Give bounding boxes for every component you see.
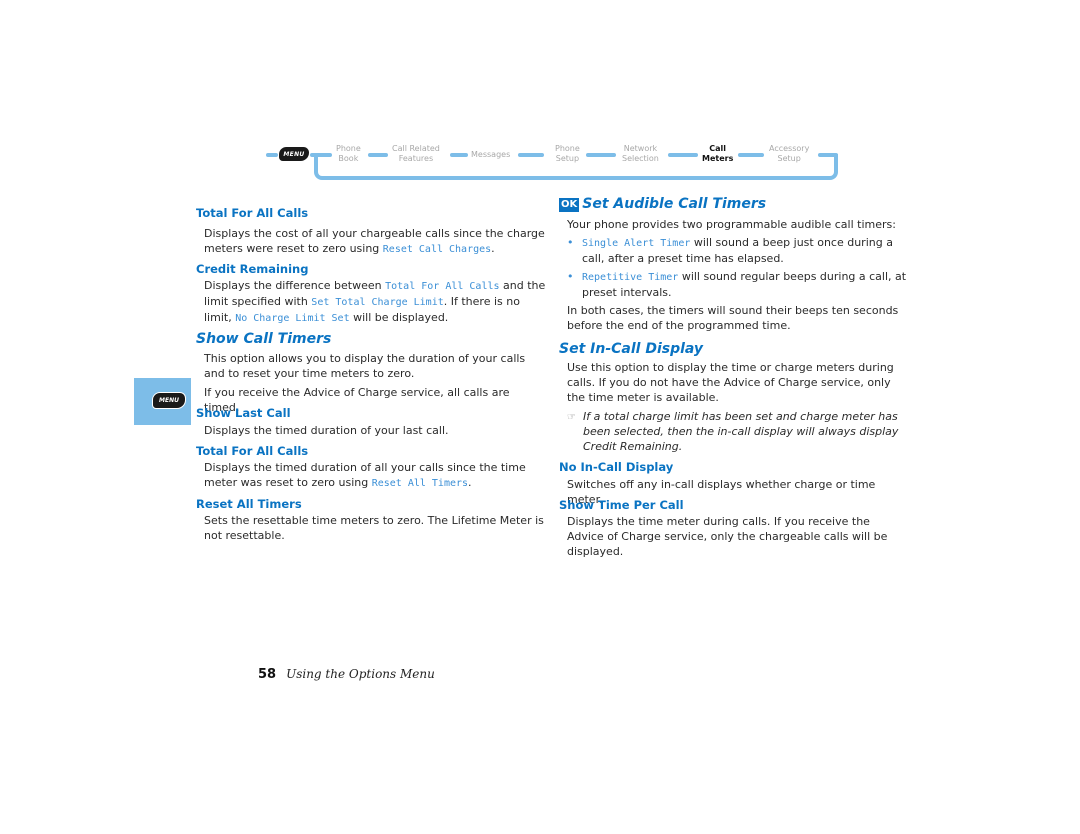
bullet-icon: • <box>567 236 574 249</box>
menu-option-total-for-all-calls: Total For All Calls <box>385 281 500 292</box>
menu-option-reset-call-charges: Reset Call Charges <box>382 244 492 255</box>
paragraph-show-time-per-call: Displays the time meter during calls. If… <box>567 515 888 558</box>
menu-navigation-strip: MENU Phone Book Call Related Features Mess… <box>266 144 846 186</box>
nav-item-network-selection[interactable]: Network Selection <box>622 144 659 164</box>
bullet-icon: • <box>567 270 574 283</box>
heading-credit-remaining: Credit Remaining <box>196 262 309 276</box>
paragraph-total-time: Displays the timed duration of all your … <box>204 461 526 489</box>
nav-connector <box>266 153 278 157</box>
nav-item-phone-setup[interactable]: Phone Setup <box>555 144 580 164</box>
menu-option-reset-all-timers: Reset All Timers <box>371 478 469 489</box>
nav-connector <box>586 153 616 157</box>
paragraph-show-call-timers-intro: This option allows you to display the du… <box>204 352 526 380</box>
heading-show-call-timers: Show Call Timers <box>196 331 332 347</box>
paragraph-total-charges: Displays the cost of all your chargeable… <box>204 227 545 255</box>
nav-connector <box>668 153 698 157</box>
chapter-title: Using the Options Menu <box>286 667 435 681</box>
nav-item-phone-book[interactable]: Phone Book <box>336 144 361 164</box>
heading-show-last-call: Show Last Call <box>196 406 291 420</box>
pointing-hand-note-icon: ☞ <box>567 412 576 423</box>
paragraph-audible-timers-outro: In both cases, the timers will sound the… <box>567 304 899 332</box>
page-number: 58 <box>258 667 277 682</box>
heading-set-in-call-display: Set In-Call Display <box>559 341 704 357</box>
nav-item-call-related-features[interactable]: Call Related Features <box>392 144 440 164</box>
heading-set-audible-call-timers: OK Set Audible Call Timers <box>559 196 767 212</box>
bullet-single-alert-timer: • Single Alert Timer will sound a beep ju… <box>567 236 893 265</box>
nav-connector <box>310 153 332 157</box>
heading-total-for-all-calls-time: Total For All Calls <box>196 444 309 458</box>
heading-total-for-all-calls-charge: Total For All Calls <box>196 206 309 220</box>
paragraph-in-call-display: Use this option to display the time or c… <box>567 361 894 404</box>
ok-key-icon: OK <box>559 198 580 212</box>
menu-key-icon: MENU <box>152 392 186 409</box>
nav-connector <box>738 153 764 157</box>
menu-option-set-total-charge-limit: Set Total Charge Limit <box>311 297 444 308</box>
display-text-no-charge-limit-set: No Charge Limit Set <box>235 313 350 324</box>
note-credit-remaining: ☞ If a total charge limit has been set an… <box>567 410 899 453</box>
page-footer: 58 Using the Options Menu <box>258 663 435 682</box>
bullet-repetitive-timer: • Repetitive Timer will sound regular bee… <box>567 270 907 299</box>
nav-item-call-meters[interactable]: Call Meters <box>702 144 733 164</box>
menu-option-single-alert-timer: Single Alert Timer <box>582 238 691 249</box>
paragraph-credit-remaining: Displays the difference between Total Fo… <box>204 279 546 324</box>
nav-connector <box>450 153 468 157</box>
paragraph-show-last-call: Displays the timed duration of your last… <box>204 424 449 437</box>
heading-no-in-call-display: No In-Call Display <box>559 460 674 474</box>
heading-show-time-per-call: Show Time Per Call <box>559 498 684 512</box>
nav-connector <box>518 153 544 157</box>
nav-item-messages[interactable]: Messages <box>471 150 510 160</box>
paragraph-reset-all-timers: Sets the resettable time meters to zero.… <box>204 514 544 542</box>
nav-item-accessory-setup[interactable]: Accessory Setup <box>769 144 809 164</box>
nav-connector <box>368 153 388 157</box>
nav-connector <box>818 153 838 157</box>
paragraph-audible-timers-intro: Your phone provides two programmable aud… <box>567 218 896 231</box>
side-menu-tab: MENU <box>134 378 191 425</box>
heading-reset-all-timers: Reset All Timers <box>196 497 302 511</box>
menu-key-icon: MENU <box>279 147 309 161</box>
menu-option-repetitive-timer: Repetitive Timer <box>582 272 679 283</box>
